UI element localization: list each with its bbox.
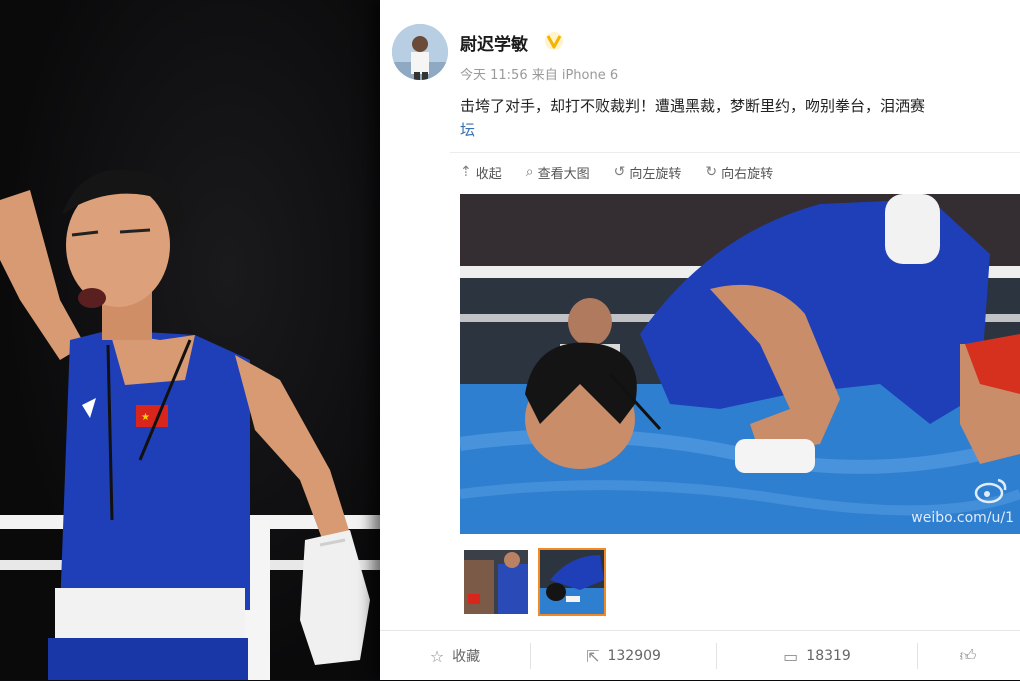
rotate-left-icon: ↺ (613, 164, 626, 180)
comment-icon: ▭ (783, 646, 799, 666)
post-meta: 今天 11:56 来自 iPhone 6 (460, 68, 619, 83)
post-header: 尉迟学敏 今天 11:56 来自 iPhone 6 击垮了对手，却打不败裁判！遭… (380, 0, 1020, 150)
post-text-continuation: 坛 (460, 121, 476, 139)
rotate-left-label: 向左旋转 (629, 166, 682, 182)
thumbnail-1[interactable] (462, 548, 530, 616)
favorite-label: 收藏 (452, 649, 481, 665)
arrow-up-icon: ⇡ (460, 164, 472, 180)
search-icon: ⌕ (525, 164, 534, 180)
rotate-left-button[interactable]: ↺ 向左旋转 (614, 163, 682, 182)
boxer-celebration-photo: ★ (0, 0, 380, 680)
post-text: 击垮了对手，却打不败裁判！遭遇黑裁，梦断里约，吻别拳台，泪洒赛 (460, 97, 926, 115)
avatar[interactable] (392, 24, 448, 80)
collapse-button[interactable]: ⇡ 收起 (460, 163, 502, 182)
collapse-label: 收起 (475, 166, 502, 182)
repost-count: 132909 (607, 648, 661, 664)
favorite-button[interactable]: ☆ 收藏 (380, 641, 530, 671)
view-large-button[interactable]: ⌕ 查看大图 (526, 163, 590, 182)
star-icon: ☆ (429, 646, 445, 666)
view-large-label: 查看大图 (537, 166, 590, 182)
svg-text:★: ★ (141, 412, 150, 423)
image-watermark: weibo.com/u/1 (911, 510, 1014, 526)
rotate-right-icon: ↻ (705, 164, 718, 180)
thumb-up-icon: 👍︎ (959, 646, 977, 665)
comment-count: 18319 (806, 648, 851, 664)
rotate-right-button[interactable]: ↻ 向右旋转 (705, 163, 773, 182)
image-thumbnails (462, 548, 606, 616)
share-icon: ⇱ (586, 646, 600, 666)
comment-button[interactable]: ▭ 18319 (717, 641, 917, 671)
username[interactable]: 尉迟学敏 (460, 30, 528, 55)
post-main-image[interactable]: weibo.com/u/1 (460, 194, 1020, 534)
image-toolbar: ⇡ 收起 ⌕ 查看大图 ↺ 向左旋转 ↻ 向右旋转 (450, 152, 1020, 191)
post-actions-bar: ☆ 收藏 ⇱ 132909 ▭ 18319 👍︎ (380, 630, 1020, 681)
thumbnail-2-selected[interactable] (538, 548, 606, 616)
weibo-logo-icon (974, 478, 1007, 504)
rotate-right-label: 向右旋转 (721, 166, 774, 182)
like-button[interactable]: 👍︎ (918, 641, 1018, 671)
repost-button[interactable]: ⇱ 132909 (531, 641, 716, 671)
weibo-post-panel: 尉迟学敏 今天 11:56 来自 iPhone 6 击垮了对手，却打不败裁判！遭… (380, 0, 1020, 680)
verified-v-icon (545, 32, 563, 50)
